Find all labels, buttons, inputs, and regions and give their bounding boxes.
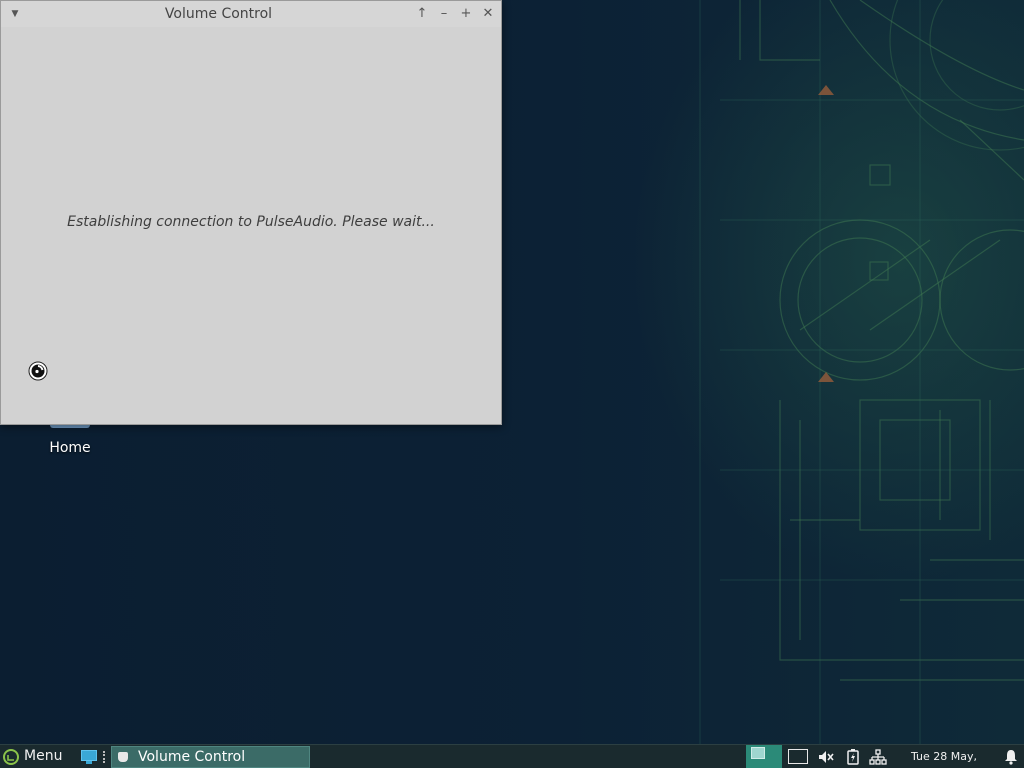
plus-icon[interactable]: +: [457, 5, 475, 23]
task-volume-control[interactable]: Volume Control: [111, 746, 310, 768]
mint-logo-icon: [3, 749, 19, 765]
clock[interactable]: Tue 28 May, 16:30: [896, 745, 992, 768]
volume-muted-icon[interactable]: [817, 748, 835, 766]
panel-separator: [103, 751, 107, 763]
workspace-1[interactable]: [746, 745, 782, 768]
monitor-stand: [86, 761, 92, 764]
arrow-up-icon[interactable]: ↑: [413, 5, 431, 23]
show-desktop-icon[interactable]: [80, 748, 100, 766]
workspace-window-thumbnail: [751, 747, 765, 759]
taskbar: Menu Volume Control Tue 28 May,: [0, 744, 1024, 768]
menu-label: Menu: [24, 748, 63, 764]
window-title: Volume Control: [164, 6, 273, 22]
network-wired-icon[interactable]: [869, 748, 887, 766]
close-icon[interactable]: ✕: [479, 5, 497, 23]
connection-status-message: Establishing connection to PulseAudio. P…: [67, 214, 435, 230]
desktop: Home ▼ Volume Control ↑ – + ✕ Establishi…: [0, 0, 1024, 744]
workspace-2[interactable]: [788, 749, 808, 764]
task-label: Volume Control: [138, 749, 246, 765]
battery-charging-icon[interactable]: [844, 748, 862, 766]
volume-control-window: ▼ Volume Control ↑ – + ✕ Establishing co…: [0, 0, 502, 425]
window-titlebar[interactable]: ▼ Volume Control ↑ – + ✕: [1, 1, 501, 27]
busy-spinner-icon: [28, 361, 48, 381]
desktop-icon-label: Home: [49, 440, 91, 456]
monitor-screen: [81, 750, 97, 761]
menu-button[interactable]: Menu: [0, 745, 74, 768]
volume-control-app-icon: [118, 752, 128, 762]
minimize-icon[interactable]: –: [435, 5, 453, 23]
chevron-down-icon[interactable]: ▼: [6, 5, 24, 23]
bell-icon[interactable]: [1002, 748, 1020, 766]
